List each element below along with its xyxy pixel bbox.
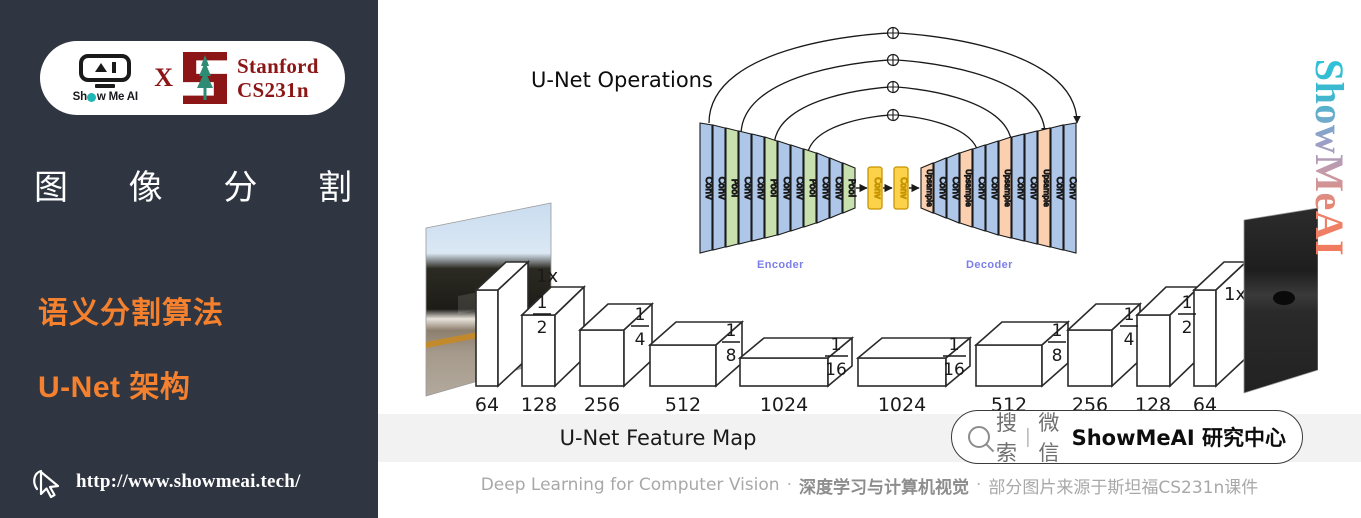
search-separator: | [1025,425,1031,448]
svg-text:128: 128 [521,394,557,415]
website-url-row[interactable]: http://www.showmeai.tech/ [30,465,301,499]
footer-english: Deep Learning for Computer Vision [480,475,780,495]
svg-text:Conv: Conv [872,177,882,199]
title-char-0: 图 [34,169,68,207]
svg-text:2: 2 [537,318,548,338]
stanford-cs231n-label: Stanford CS231n [237,54,319,103]
showmeai-dot-icon [87,93,97,102]
vertical-brand-text: ShowMeAI [1307,58,1353,256]
footer-credits: Deep Learning for Computer Vision · 深度学习… [378,470,1361,500]
svg-text:Conv: Conv [742,177,752,200]
feature-map-caption: U-Net Feature Map [559,426,757,450]
svg-text:256: 256 [584,394,620,415]
svg-text:16: 16 [825,360,847,380]
svg-text:1024: 1024 [760,394,808,415]
mouse-pointer-icon [33,469,60,499]
stanford-line-2: CS231n [237,78,309,102]
svg-text:8: 8 [1052,346,1063,366]
unet-feature-map-diagram: 1x 1x 12 14 18 116 116 18 14 12 64 128 2… [425,202,1318,415]
footer-dot-1: · [786,475,792,495]
svg-text:1: 1 [726,321,737,341]
website-url-text: http://www.showmeai.tech/ [76,471,301,492]
svg-text:Pool: Pool [729,179,739,198]
svg-text:Pool: Pool [846,179,856,198]
stanford-tree-logo [183,52,228,104]
svg-text:Conv: Conv [755,177,765,200]
svg-text:Conv: Conv [976,177,986,200]
svg-text:512: 512 [665,394,701,415]
showmeai-robot-icon: Sh w Me AI [66,53,144,103]
wechat-search-widget[interactable]: 搜索 | 微信 ShowMeAI 研究中心 [951,410,1303,465]
page-title: 图 像 分 割 [34,160,352,209]
vertical-brand-watermark: ShowMeAI [1305,22,1355,292]
title-char-1: 像 [128,169,163,207]
stanford-line-1: Stanford [237,53,319,78]
svg-text:Conv: Conv [833,177,843,200]
brand-logo-pill: Sh w Me AI X Stanford CS231n [40,41,345,115]
svg-text:1: 1 [1124,305,1135,325]
footer-dot-2: · [975,475,982,495]
channel-label: 微信 [1038,411,1060,465]
svg-text:4: 4 [1124,330,1135,350]
svg-text:Conv: Conv [1067,177,1077,200]
svg-text:Conv: Conv [781,177,791,200]
svg-text:Conv: Conv [1054,177,1064,200]
svg-text:64: 64 [475,394,499,415]
skip-merge-symbols [886,26,900,122]
svg-text:2: 2 [1182,318,1193,338]
content-panel: U-Net Operations Conv Conv Pool Conv Con… [378,0,1361,518]
svg-text:16: 16 [943,360,965,380]
svg-text:Pool: Pool [807,179,817,198]
svg-text:Conv: Conv [898,177,908,199]
svg-text:Conv: Conv [794,177,804,200]
search-brand-label: ShowMeAI 研究中心 [1071,426,1286,450]
svg-text:1: 1 [635,305,646,325]
search-icon [968,426,990,448]
showmeai-word-post: w Me AI [96,90,138,103]
showmeai-word-pre: Sh [72,90,88,103]
svg-text:Conv: Conv [1028,177,1038,200]
svg-text:Conv: Conv [950,177,960,200]
svg-text:4: 4 [635,330,646,350]
logo-x-separator: X [154,63,174,92]
sidebar: Sh w Me AI X Stanford CS231n 图 像 分 割 语义分… [0,0,378,518]
svg-text:1: 1 [537,293,548,313]
svg-text:8: 8 [726,346,737,366]
slide-root: Sh w Me AI X Stanford CS231n 图 像 分 割 语义分… [0,0,1361,518]
subtitle-primary: 语义分割算法 [38,297,224,330]
svg-text:Conv: Conv [989,177,999,200]
svg-text:Conv: Conv [820,177,830,200]
svg-text:1024: 1024 [878,394,926,415]
svg-text:1: 1 [831,335,842,355]
svg-text:Conv: Conv [937,177,947,200]
svg-text:Pool: Pool [768,179,778,198]
svg-text:1: 1 [1182,293,1193,313]
svg-text:Conv: Conv [1015,177,1025,200]
title-char-2: 分 [223,169,258,207]
svg-text:1: 1 [949,335,960,355]
scale-label-output: 1x [1224,284,1246,305]
svg-text:Conv: Conv [703,177,713,200]
title-char-3: 割 [317,169,352,207]
footer-source-note: 部分图片来源于斯坦福CS231n课件 [988,477,1259,498]
subtitle-secondary: U-Net 架构 [38,371,191,404]
scale-label-input: 1x [536,266,558,287]
svg-text:Conv: Conv [716,177,726,200]
footer-chinese-title: 深度学习与计算机视觉 [798,477,969,498]
search-label: 搜索 [996,411,1017,465]
svg-text:1: 1 [1052,321,1063,341]
